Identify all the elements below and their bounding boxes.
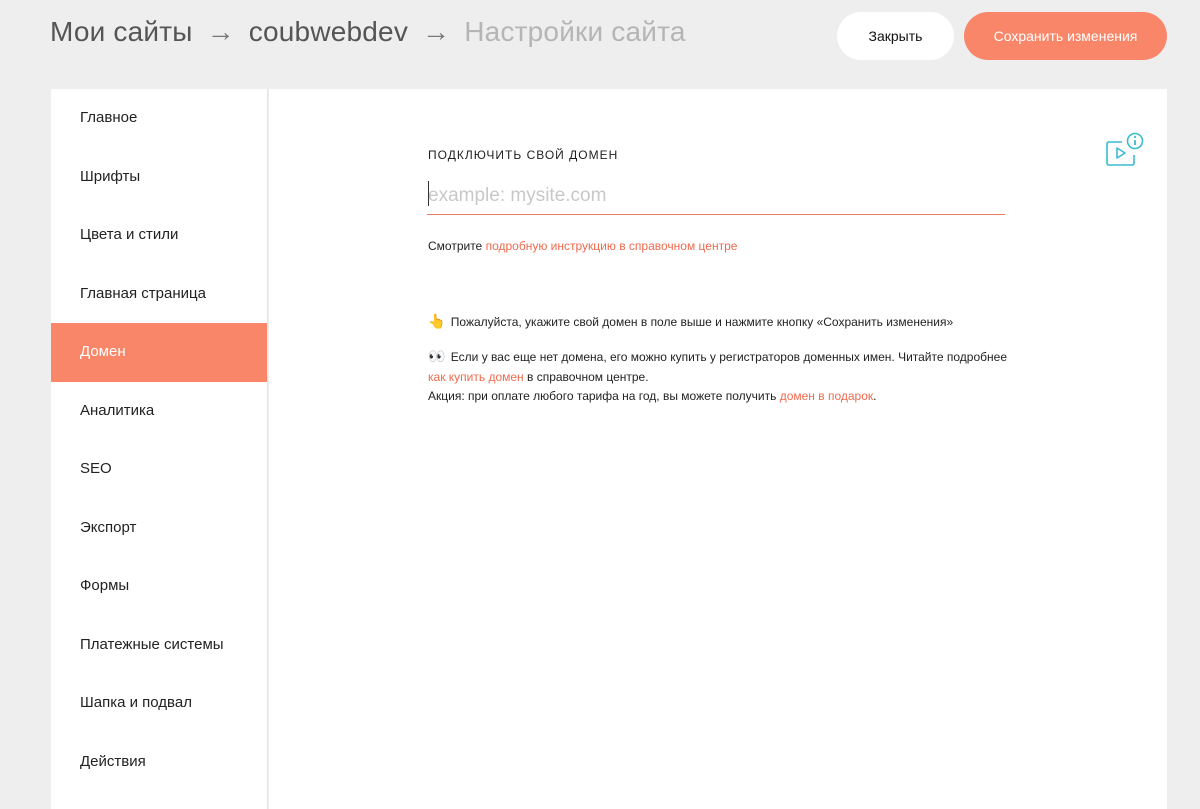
- close-button[interactable]: Закрыть: [837, 12, 954, 60]
- promo-end: .: [873, 389, 877, 403]
- sidebar-item-domain[interactable]: Домен: [51, 323, 267, 382]
- breadcrumb-current-page: Настройки сайта: [464, 16, 686, 47]
- buy-domain-text: Если у вас еще нет домена, его можно куп…: [450, 350, 1007, 364]
- sidebar-item-actions[interactable]: Действия: [51, 733, 267, 792]
- sidebar-item-homepage[interactable]: Главная страница: [51, 265, 267, 324]
- sidebar-item-forms[interactable]: Формы: [51, 557, 267, 616]
- buy-domain-note: 👀 Если у вас еще нет домена, его можно к…: [428, 347, 1028, 407]
- help-center-link[interactable]: подробную инструкцию в справочном центре: [486, 239, 738, 253]
- section-title: ПОДКЛЮЧИТЬ СВОЙ ДОМЕН: [428, 148, 619, 162]
- eyes-icon: 👀: [428, 348, 446, 364]
- sidebar-item-seo[interactable]: SEO: [51, 440, 267, 499]
- sidebar-item-header-footer[interactable]: Шапка и подвал: [51, 674, 267, 733]
- hint-text: Смотрите: [428, 239, 486, 253]
- top-bar: Мои сайты → coubwebdev → Настройки сайта Зак…: [0, 0, 1200, 89]
- sidebar-item-analytics[interactable]: Аналитика: [51, 382, 267, 441]
- breadcrumb-my-sites[interactable]: Мои сайты: [50, 16, 193, 47]
- free-domain-link[interactable]: домен в подарок: [780, 389, 873, 403]
- sidebar-item-export[interactable]: Экспорт: [51, 499, 267, 558]
- sidebar-item-main[interactable]: Главное: [51, 89, 267, 148]
- domain-input[interactable]: [427, 177, 1005, 215]
- settings-sidebar: Главное Шрифты Цвета и стили Главная стр…: [51, 89, 268, 809]
- breadcrumb-site[interactable]: coubwebdev: [249, 16, 408, 47]
- sidebar-item-colors[interactable]: Цвета и стили: [51, 206, 267, 265]
- breadcrumb-arrow-icon: →: [422, 16, 451, 47]
- instruction-text: Пожалуйста, укажите свой домен в поле вы…: [450, 315, 954, 329]
- domain-settings-panel: ПОДКЛЮЧИТЬ СВОЙ ДОМЕН Смотрите подробную…: [269, 89, 1167, 809]
- sidebar-item-payments[interactable]: Платежные системы: [51, 616, 267, 675]
- help-center-text: в справочном центре.: [523, 369, 649, 384]
- sidebar-item-fonts[interactable]: Шрифты: [51, 148, 267, 207]
- help-hint: Смотрите подробную инструкцию в справочн…: [428, 239, 737, 253]
- breadcrumb: Мои сайты → coubwebdev → Настройки сайта: [50, 16, 686, 48]
- pointing-up-icon: 👆: [428, 313, 446, 329]
- instruction-note: 👆 Пожалуйста, укажите свой домен в поле …: [428, 313, 953, 330]
- how-to-buy-domain-link[interactable]: как купить домен: [428, 370, 524, 384]
- text-caret: [428, 181, 429, 206]
- save-changes-button[interactable]: Сохранить изменения: [964, 12, 1167, 60]
- promo-text: Акция: при оплате любого тарифа на год, …: [428, 389, 780, 403]
- breadcrumb-arrow-icon: →: [206, 16, 235, 47]
- video-info-icon[interactable]: [1105, 131, 1145, 169]
